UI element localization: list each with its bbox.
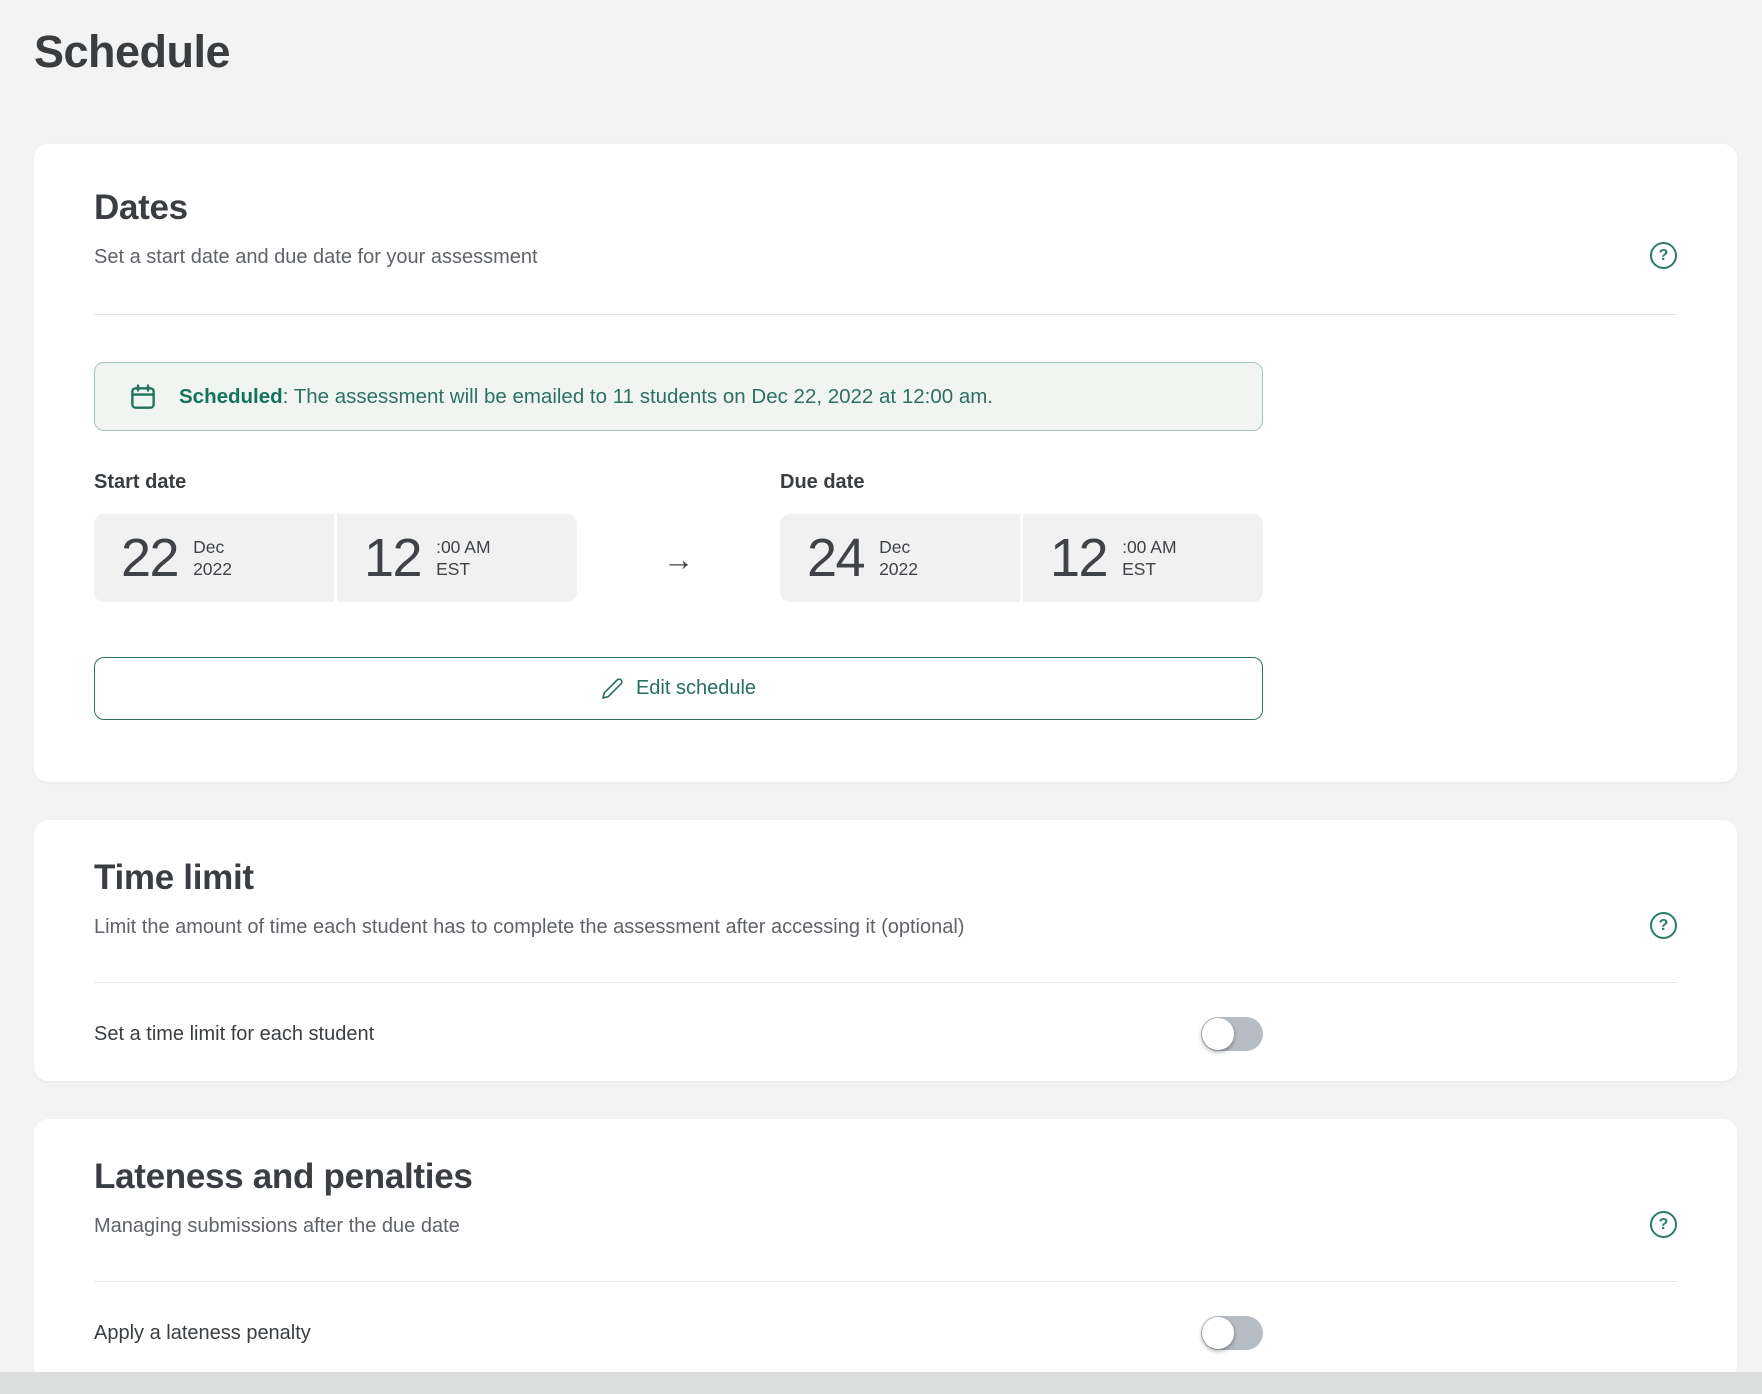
scheduled-banner: Scheduled: The assessment will be emaile… <box>94 362 1263 431</box>
help-icon[interactable]: ? <box>1650 912 1677 939</box>
toggle-knob <box>1202 1018 1234 1050</box>
start-year: 2022 <box>193 558 232 580</box>
dates-title: Dates <box>94 188 538 228</box>
time-limit-title: Time limit <box>94 858 964 898</box>
page-bottom-strip <box>0 1372 1762 1394</box>
dates-card-titles: Dates Set a start date and due date for … <box>94 188 538 270</box>
start-timezone: EST <box>436 558 490 580</box>
lateness-toggle[interactable] <box>1201 1316 1263 1350</box>
due-day: 24 <box>807 527 864 589</box>
dates-subtitle: Set a start date and due date for your a… <box>94 244 538 270</box>
time-limit-toggle-row: Set a time limit for each student <box>94 983 1263 1081</box>
lateness-title: Lateness and penalties <box>94 1157 473 1197</box>
dates-card-header: Dates Set a start date and due date for … <box>94 188 1677 270</box>
time-limit-header: Time limit Limit the amount of time each… <box>94 858 1677 940</box>
scheduled-banner-label: Scheduled <box>179 385 283 408</box>
due-date-label: Due date <box>780 471 1263 494</box>
start-time-picker[interactable]: 12 :00 AM EST <box>337 514 577 602</box>
due-year: 2022 <box>879 558 918 580</box>
scheduled-banner-text: Scheduled: The assessment will be emaile… <box>179 385 993 409</box>
lateness-subtitle: Managing submissions after the due date <box>94 1213 473 1239</box>
divider <box>94 314 1677 315</box>
time-limit-subtitle: Limit the amount of time each student ha… <box>94 914 964 940</box>
due-time-picker[interactable]: 12 :00 AM EST <box>1023 514 1263 602</box>
due-month: Dec <box>879 536 918 558</box>
help-icon[interactable]: ? <box>1650 242 1677 269</box>
due-hour: 12 <box>1050 527 1107 589</box>
due-date-picker[interactable]: 24 Dec 2022 <box>780 514 1020 602</box>
start-date-label: Start date <box>94 471 577 494</box>
start-day: 22 <box>121 527 178 589</box>
lateness-card: Lateness and penalties Managing submissi… <box>34 1119 1737 1380</box>
time-limit-toggle[interactable] <box>1201 1017 1263 1051</box>
schedule-page: Schedule Dates Set a start date and due … <box>0 0 1762 1380</box>
arrow-right-icon: → <box>577 538 780 578</box>
lateness-header: Lateness and penalties Managing submissi… <box>94 1157 1677 1239</box>
start-hour: 12 <box>364 527 421 589</box>
time-limit-titles: Time limit Limit the amount of time each… <box>94 858 964 940</box>
scheduled-banner-message: : The assessment will be emailed to 11 s… <box>283 385 993 408</box>
lateness-toggle-row: Apply a lateness penalty <box>94 1282 1263 1380</box>
calendar-icon <box>128 382 158 412</box>
edit-schedule-button[interactable]: Edit schedule <box>94 657 1263 720</box>
due-timezone: EST <box>1122 558 1176 580</box>
time-limit-card: Time limit Limit the amount of time each… <box>34 820 1737 1081</box>
time-limit-toggle-label: Set a time limit for each student <box>94 1023 374 1046</box>
lateness-titles: Lateness and penalties Managing submissi… <box>94 1157 473 1239</box>
start-date-picker[interactable]: 22 Dec 2022 <box>94 514 334 602</box>
page-title: Schedule <box>34 26 1737 78</box>
start-date-group: 22 Dec 2022 12 :00 AM EST <box>94 514 577 602</box>
start-month: Dec <box>193 536 232 558</box>
pencil-icon <box>601 677 624 700</box>
start-minutes-ampm: :00 AM <box>436 536 490 558</box>
due-date-group: 24 Dec 2022 12 :00 AM EST <box>780 514 1263 602</box>
help-icon[interactable]: ? <box>1650 1211 1677 1238</box>
due-minutes-ampm: :00 AM <box>1122 536 1176 558</box>
dates-card: Dates Set a start date and due date for … <box>34 144 1737 782</box>
lateness-toggle-label: Apply a lateness penalty <box>94 1322 311 1345</box>
edit-schedule-label: Edit schedule <box>636 677 756 700</box>
toggle-knob <box>1202 1317 1234 1349</box>
dates-grid: Start date Due date 22 Dec 2022 12 :00 A… <box>94 471 1677 602</box>
